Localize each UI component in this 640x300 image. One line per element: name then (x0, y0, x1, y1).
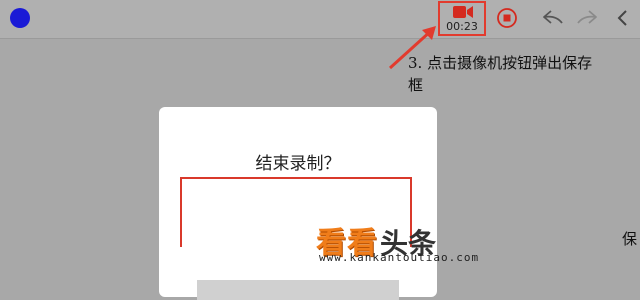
end-recording-dialog: 结束录制？ (159, 107, 437, 300)
watermark-url: www.kankantoutiao.com (319, 251, 480, 264)
video-camera-icon (453, 6, 473, 18)
highlight-frame-left (180, 227, 182, 247)
instruction-annotation: 3. 点击摄像机按钮弹出保存 框 (408, 52, 640, 96)
annotation-line-2: 框 (408, 76, 424, 94)
edge-text: 保 (622, 230, 638, 248)
top-toolbar: 00:23 (0, 0, 640, 39)
dialog-title: 结束录制？ (255, 154, 341, 174)
redo-icon[interactable] (576, 8, 598, 28)
undo-icon[interactable] (542, 8, 564, 28)
watermark-logo: 看看头条 www.kankantoutiao.com (316, 218, 516, 268)
status-dot-icon[interactable] (10, 8, 30, 28)
annotation-line-1: 3. 点击摄像机按钮弹出保存 (408, 54, 593, 72)
stop-record-icon[interactable] (496, 7, 518, 29)
chevron-left-icon[interactable] (612, 8, 634, 28)
dialog-button[interactable] (197, 280, 399, 300)
